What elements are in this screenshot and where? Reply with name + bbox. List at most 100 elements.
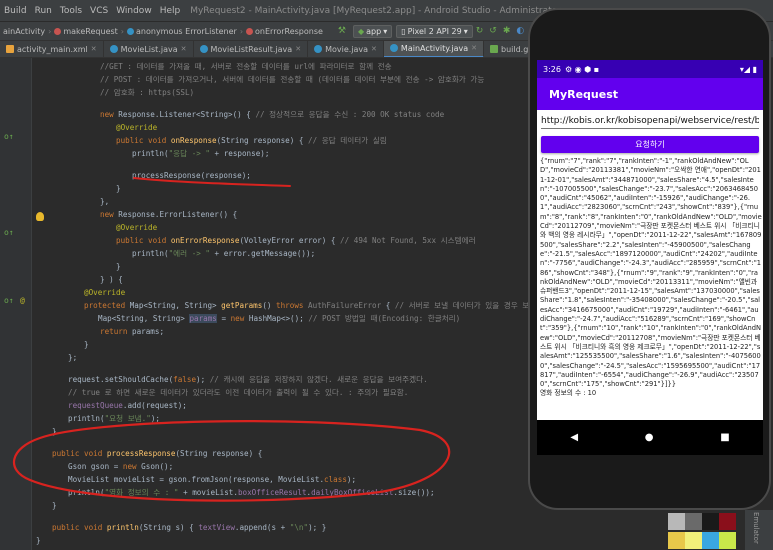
- code-comment: // 494 Not Found, 5xx 시스템에러: [340, 236, 476, 245]
- rerun-icon[interactable]: ↻: [476, 26, 484, 36]
- tab-label: activity_main.xml: [17, 44, 88, 54]
- code-annotation: @Override: [116, 123, 158, 132]
- code-text: }: [84, 340, 89, 349]
- apply-changes-icon[interactable]: ↺: [489, 26, 497, 36]
- color-swatch: [668, 532, 685, 549]
- menu-run[interactable]: Run: [31, 6, 56, 16]
- hammer-icon[interactable]: ⚒: [338, 26, 346, 36]
- class-icon: [127, 27, 134, 35]
- code-line: // true 로 하면 새로운 데이터가 있더라도 이전 데이터가 출력이 될…: [68, 386, 408, 399]
- code-comment: // POST 방법일 때(Encoding: 한글처리): [308, 314, 461, 323]
- status-time: 3:26: [543, 64, 561, 74]
- code-line: public void onErrorResponse(VolleyError …: [116, 234, 476, 247]
- code-line: processResponse(response);: [132, 169, 251, 182]
- close-icon[interactable]: ✕: [371, 45, 377, 53]
- breadcrumb-label: makeRequest: [63, 26, 118, 36]
- recent-apps-icon[interactable]: ■: [720, 432, 729, 443]
- editor-gutter[interactable]: o↑ o↑ o↑ @: [0, 58, 32, 550]
- code-comment: // 응답 데이터가 실림: [308, 136, 387, 145]
- menu-tools[interactable]: Tools: [56, 6, 86, 16]
- window-title: MyRequest2 - MainActivity.java [MyReques…: [190, 5, 561, 16]
- menu-build[interactable]: Build: [0, 6, 31, 16]
- back-icon[interactable]: ◀: [570, 432, 578, 443]
- code-line: @Override: [116, 221, 157, 234]
- code-text: println(: [132, 249, 169, 258]
- phone-screen[interactable]: 3:26 ⚙ ◉ ⬢ ▪ ▾◢ ▮ MyRequest 요청하기 {"rnum"…: [537, 60, 763, 455]
- tab-movielistresult-java[interactable]: MovieListResult.java ✕: [194, 41, 309, 57]
- code-text: HashMap<>: [248, 314, 291, 323]
- breadcrumb-anonymous-class[interactable]: anonymous ErrorListener: [124, 27, 240, 36]
- url-input[interactable]: [541, 113, 759, 129]
- code-text: println(: [132, 149, 169, 158]
- close-icon[interactable]: ✕: [181, 45, 187, 53]
- code-text: }: [116, 184, 121, 193]
- code-line: new Response.ErrorListener() {: [100, 208, 237, 221]
- code-keyword: public void: [52, 449, 107, 458]
- code-type: AuthFailureError: [308, 301, 382, 310]
- code-text: }: [116, 262, 121, 271]
- debug-icon[interactable]: ✱: [503, 26, 511, 36]
- color-swatch: [719, 532, 736, 549]
- breadcrumb-method[interactable]: makeRequest: [51, 27, 120, 36]
- menu-window[interactable]: Window: [112, 6, 156, 16]
- tab-label: MovieList.java: [120, 44, 178, 54]
- code-field: textView: [198, 523, 235, 532]
- close-icon[interactable]: ✕: [471, 44, 477, 52]
- menu-vcs[interactable]: VCS: [86, 6, 112, 16]
- code-comment: // 캐시에 응답을 저장하지 않겠다. 새로운 응답을 보여주겠다.: [209, 375, 428, 384]
- code-line: Gson gson = new Gson();: [68, 460, 173, 473]
- close-icon[interactable]: ✕: [295, 45, 301, 53]
- code-line: request.setShouldCache(false); // 캐시에 응답…: [68, 373, 428, 386]
- close-icon[interactable]: ✕: [91, 45, 97, 53]
- code-string: "영화 정보의 수 : ": [104, 488, 179, 497]
- tab-movielist-java[interactable]: MovieList.java ✕: [104, 41, 194, 57]
- code-text: }: [36, 536, 41, 545]
- breadcrumb-class[interactable]: ainActivity: [0, 27, 48, 36]
- code-text: Gson gson =: [68, 462, 123, 471]
- breadcrumb-callback[interactable]: onErrorResponse: [243, 27, 326, 36]
- app-bar: MyRequest: [537, 78, 763, 110]
- code-keyword: new: [100, 110, 119, 119]
- code-keyword: public void: [116, 236, 171, 245]
- code-line: Map<String, String> params = new HashMap…: [98, 312, 460, 325]
- code-text: );: [346, 475, 357, 484]
- code-keyword: return: [100, 327, 133, 336]
- run-config-select[interactable]: ◆ app ▾: [353, 24, 393, 38]
- code-line: }: [116, 182, 121, 195]
- code-text: Map<String, String>: [98, 314, 190, 323]
- phone-nav-bar: ◀ ● ■: [537, 420, 763, 455]
- profile-icon[interactable]: ◐: [516, 26, 524, 36]
- home-icon[interactable]: ●: [645, 432, 654, 443]
- color-swatch: [685, 513, 702, 530]
- code-text: );: [196, 375, 210, 384]
- device-select[interactable]: ▯ Pixel 2 API 29 ▾: [396, 24, 473, 38]
- override-marker-icon[interactable]: o↑: [4, 132, 14, 141]
- code-line: } ) {: [100, 273, 123, 286]
- code-comment: // true 로 하면 새로운 데이터가 있더라도 이전 데이터가 출력이 될…: [68, 388, 409, 397]
- code-keyword: throws: [276, 301, 309, 310]
- code-comment: // 정상적으로 응답을 수신 : 200 OK status code: [255, 110, 445, 119]
- code-line: return params;: [100, 325, 164, 338]
- code-line: println("요청 보냄.");: [68, 412, 160, 425]
- code-method: getParams: [221, 301, 263, 310]
- code-comment: // POST : 데이터를 가져오거나, 서버에 데이터를 전송할 때 (데이…: [100, 75, 485, 84]
- gradle-file-icon: [489, 45, 498, 53]
- code-text: Response.ErrorListener() {: [118, 210, 238, 219]
- annotation-marker-icon[interactable]: @: [20, 296, 25, 305]
- override-marker-icon[interactable]: o↑: [4, 296, 14, 305]
- tab-movie-java[interactable]: Movie.java ✕: [308, 41, 384, 57]
- override-marker-icon[interactable]: o↑: [4, 228, 14, 237]
- tab-label: MovieListResult.java: [210, 44, 293, 54]
- code-line: protected Map<String, String> getParams(…: [84, 299, 548, 312]
- code-line: @Override: [116, 121, 157, 134]
- code-line: @Override: [84, 286, 125, 299]
- lightbulb-icon[interactable]: [36, 212, 44, 221]
- request-button[interactable]: 요청하기: [541, 136, 759, 153]
- tab-mainactivity-java[interactable]: MainActivity.java ✕: [383, 41, 484, 57]
- tab-activity-main-xml[interactable]: activity_main.xml ✕: [0, 41, 104, 57]
- code-text: Response.Listener<String>() {: [118, 110, 256, 119]
- code-annotation: @Override: [116, 223, 158, 232]
- menu-help[interactable]: Help: [156, 6, 185, 16]
- code-text: );: [150, 414, 160, 423]
- color-swatch: [702, 532, 719, 549]
